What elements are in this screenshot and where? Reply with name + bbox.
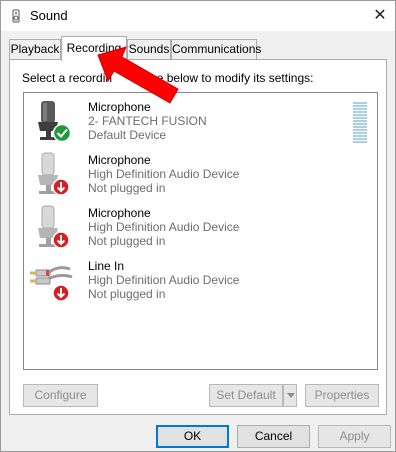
- list-item-device[interactable]: Line In High Definition Audio Device Not…: [24, 253, 377, 307]
- list-item-device[interactable]: Microphone High Definition Audio Device …: [24, 200, 377, 254]
- device-name: Line In: [88, 259, 125, 273]
- down-arrow-icon: [52, 178, 70, 196]
- device-status: Default Device: [88, 128, 167, 142]
- device-detail: High Definition Audio Device: [88, 273, 240, 287]
- ok-button[interactable]: OK: [156, 425, 229, 448]
- device-status: Not plugged in: [88, 181, 166, 195]
- list-item-device[interactable]: Microphone 2- FANTECH FUSION Default Dev…: [24, 94, 377, 148]
- device-name: Microphone: [88, 206, 151, 220]
- chevron-down-icon: [287, 393, 295, 398]
- close-button[interactable]: ✕: [365, 1, 395, 31]
- device-detail: 2- FANTECH FUSION: [88, 114, 207, 128]
- down-arrow-icon: [52, 284, 70, 302]
- sound-dialog: Sound ✕ Playback Recording Sounds Commun…: [0, 0, 396, 452]
- microphone-icon: [38, 101, 72, 143]
- device-status: Not plugged in: [88, 234, 166, 248]
- device-detail: High Definition Audio Device: [88, 220, 240, 234]
- configure-button[interactable]: Configure: [23, 384, 98, 407]
- recording-device-list[interactable]: Microphone 2- FANTECH FUSION Default Dev…: [23, 92, 378, 370]
- line-in-cable-icon: [30, 266, 73, 302]
- set-default-dropdown-button[interactable]: [283, 384, 297, 407]
- apply-button[interactable]: Apply: [318, 425, 391, 448]
- recording-panel: Select a recordin vice below to modify it…: [9, 59, 387, 415]
- microphone-icon: [38, 205, 70, 249]
- level-meter: [353, 102, 367, 148]
- speaker-icon: [12, 9, 20, 23]
- set-default-button[interactable]: Set Default: [209, 384, 283, 407]
- annotation-arrow-icon: [97, 46, 179, 104]
- device-name: Microphone: [88, 153, 151, 167]
- check-icon: [52, 123, 72, 143]
- microphone-icon: [38, 152, 70, 196]
- properties-button[interactable]: Properties: [305, 384, 379, 407]
- cancel-button[interactable]: Cancel: [237, 425, 310, 448]
- tab-playback[interactable]: Playback: [9, 39, 61, 60]
- close-icon: ✕: [373, 7, 387, 24]
- list-item-device[interactable]: Microphone High Definition Audio Device …: [24, 147, 377, 201]
- device-status: Not plugged in: [88, 287, 166, 301]
- device-detail: High Definition Audio Device: [88, 167, 240, 181]
- window-title: Sound: [30, 8, 68, 23]
- title-bar: Sound ✕: [1, 1, 395, 31]
- down-arrow-icon: [52, 231, 70, 249]
